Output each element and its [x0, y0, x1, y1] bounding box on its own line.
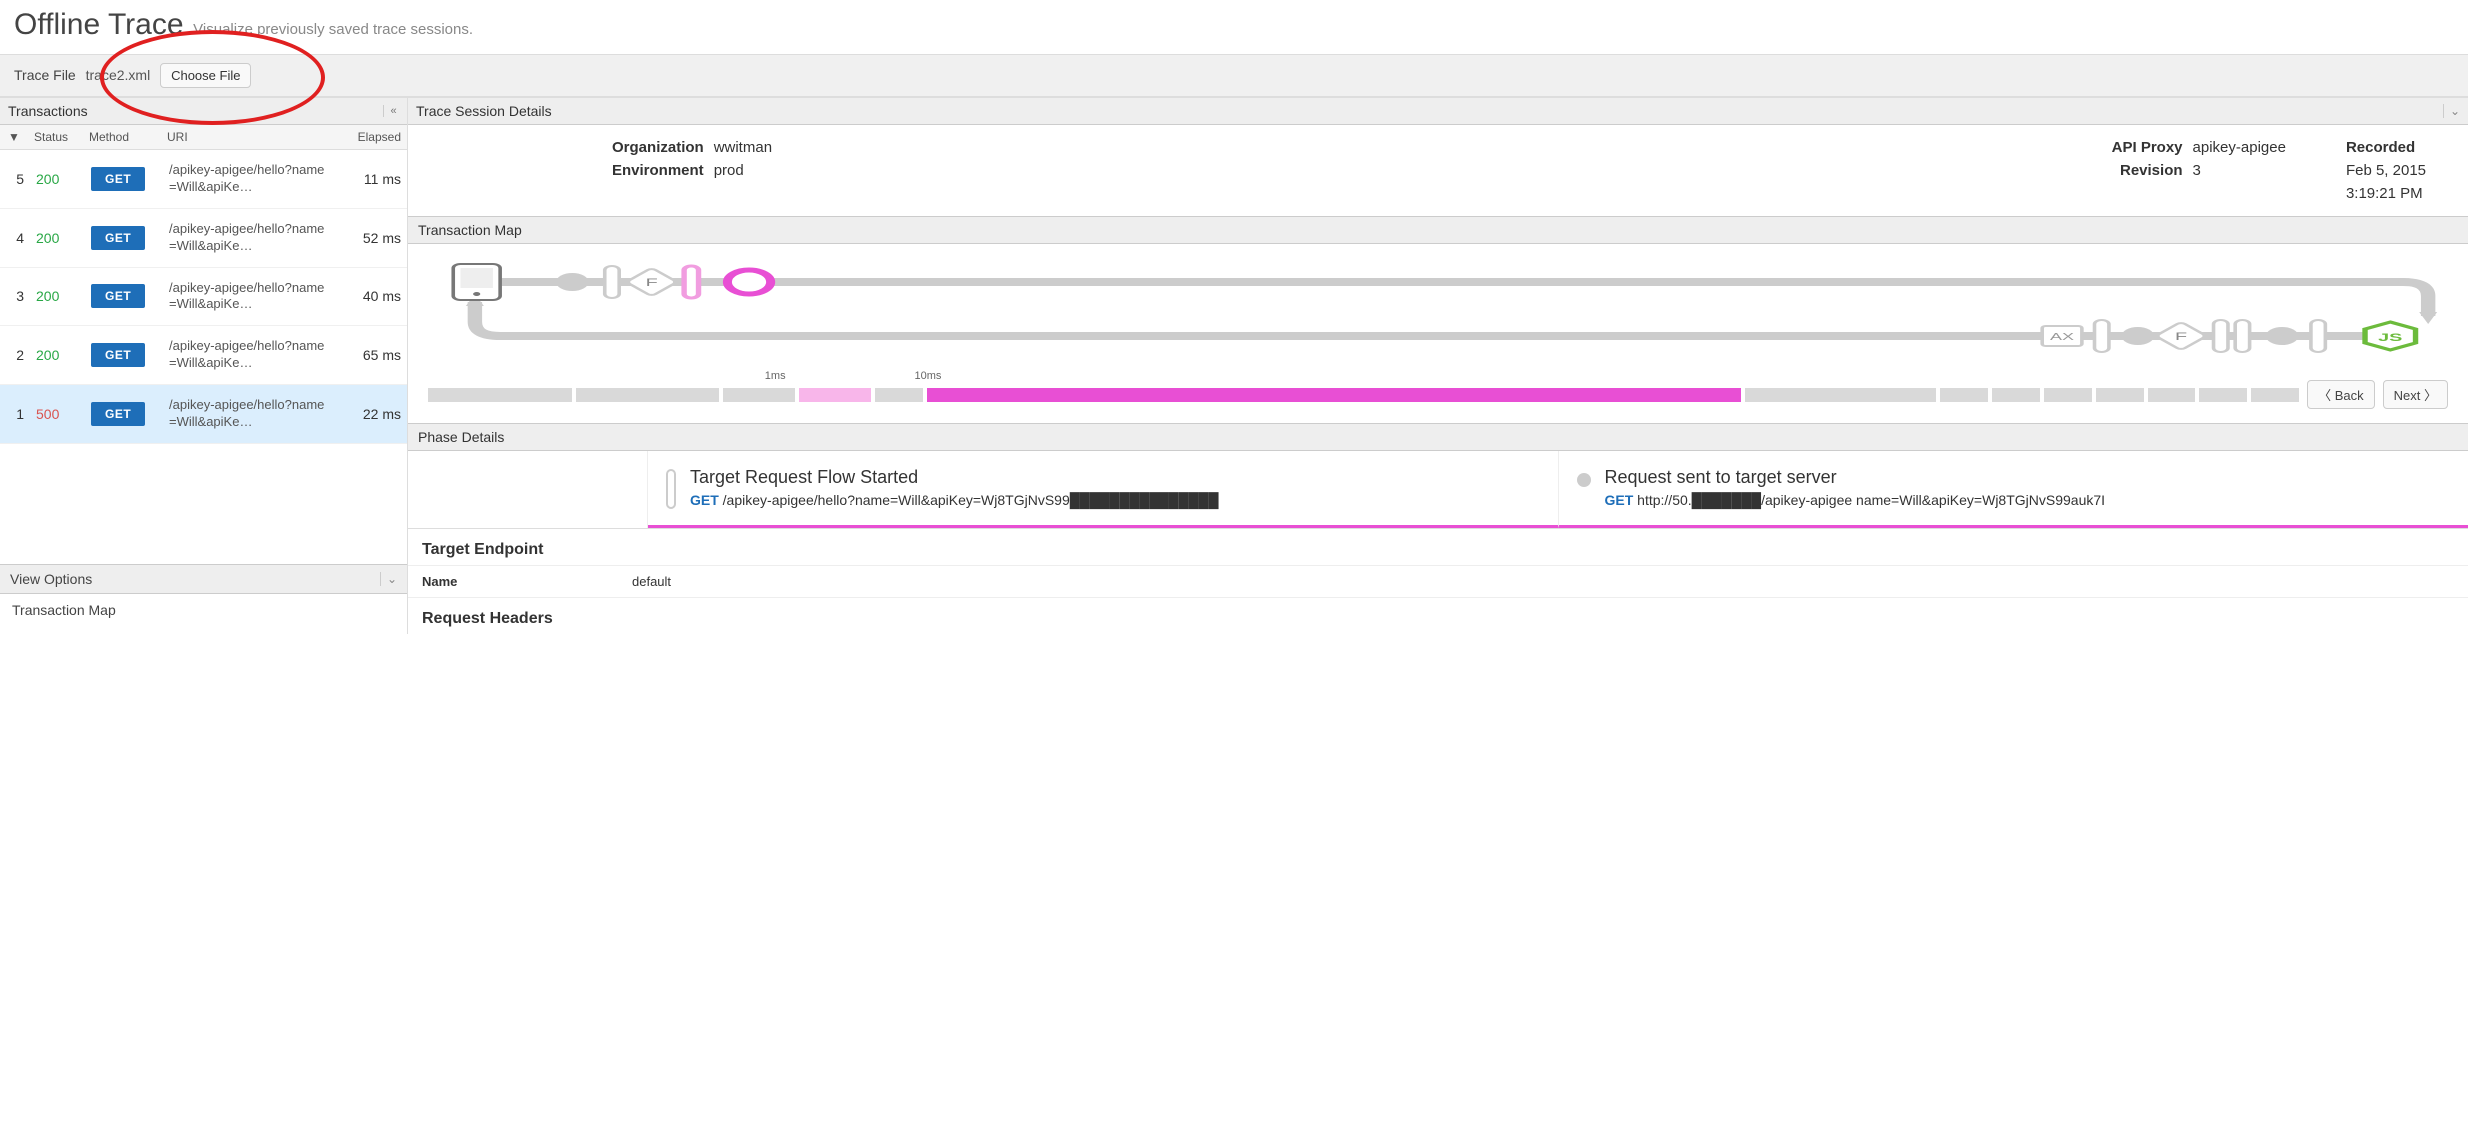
- transactions-header-row: ▼ Status Method URI Elapsed: [0, 125, 407, 150]
- phase-details-header: Phase Details: [408, 423, 2468, 451]
- chevron-down-icon: ⌄: [380, 572, 397, 586]
- view-option-transaction-map[interactable]: Transaction Map: [0, 594, 407, 626]
- row-index: 1: [0, 406, 30, 422]
- uri-cell: /apikey-apigee/hello?name=Will&apiKe…: [163, 221, 337, 255]
- target-endpoint-row: Name default: [408, 565, 2468, 598]
- transactions-title: Transactions: [8, 103, 88, 119]
- tick-10ms: 10ms: [914, 370, 941, 382]
- org-value: wwitman: [714, 139, 772, 156]
- svg-text:F: F: [646, 276, 658, 288]
- page-header: Offline Trace Visualize previously saved…: [0, 0, 2468, 46]
- elapsed-cell: 11 ms: [337, 171, 407, 187]
- col-uri[interactable]: URI: [161, 125, 337, 149]
- method-cell: GET: [85, 226, 163, 250]
- phase-right-path: http://50.███████/apikey-apigee name=Wil…: [1637, 492, 2105, 508]
- table-row[interactable]: 2200 GET/apikey-apigee/hello?name=Will&ap…: [0, 326, 407, 385]
- method-badge: GET: [91, 284, 145, 308]
- timeline-track[interactable]: [428, 388, 2299, 402]
- next-button[interactable]: Next 〉: [2383, 380, 2448, 409]
- collapse-left-icon[interactable]: «: [383, 105, 399, 117]
- col-status[interactable]: Status: [28, 125, 83, 149]
- elapsed-cell: 65 ms: [337, 347, 407, 363]
- row-index: 2: [0, 347, 30, 363]
- status-badge: 200: [30, 347, 85, 363]
- session-metadata: Organization Environment wwitman prod AP…: [408, 125, 2468, 216]
- transaction-map-header: Transaction Map: [408, 216, 2468, 244]
- uri-cell: /apikey-apigee/hello?name=Will&apiKe…: [163, 162, 337, 196]
- timeline: 1ms 10ms: [408, 374, 2468, 423]
- row-index: 3: [0, 288, 30, 304]
- svg-text:JS: JS: [2378, 331, 2403, 343]
- method-badge: GET: [91, 226, 145, 250]
- phase-mid-verb: GET: [690, 492, 719, 508]
- uri-cell: /apikey-apigee/hello?name=Will&apiKe…: [163, 338, 337, 372]
- view-options-header[interactable]: View Options ⌄: [0, 564, 407, 594]
- phase-target-request-flow[interactable]: Target Request Flow Started GET /apikey-…: [648, 451, 1559, 528]
- method-badge: GET: [91, 167, 145, 191]
- trace-file-label: Trace File: [14, 67, 76, 83]
- page-subtitle: Visualize previously saved trace session…: [193, 21, 473, 38]
- elapsed-cell: 40 ms: [337, 288, 407, 304]
- target-endpoint-name-key: Name: [408, 566, 618, 597]
- method-cell: GET: [85, 167, 163, 191]
- status-badge: 200: [30, 230, 85, 246]
- transactions-panel: Transactions « ▼ Status Method URI Elaps…: [0, 98, 408, 634]
- phase-request-sent[interactable]: Request sent to target server GET http:/…: [1559, 451, 2468, 528]
- uri-cell: /apikey-apigee/hello?name=Will&apiKe…: [163, 397, 337, 431]
- method-cell: GET: [85, 343, 163, 367]
- phase-mid-title: Target Request Flow Started: [690, 467, 1219, 488]
- row-index: 4: [0, 230, 30, 246]
- proxy-label: API Proxy: [2112, 139, 2183, 156]
- details-title: Trace Session Details: [416, 103, 552, 119]
- tick-1ms: 1ms: [765, 370, 786, 382]
- status-badge: 500: [30, 406, 85, 422]
- table-row[interactable]: 4200 GET/apikey-apigee/hello?name=Will&ap…: [0, 209, 407, 268]
- org-label: Organization: [612, 139, 704, 156]
- col-elapsed[interactable]: Elapsed: [337, 125, 407, 149]
- phase-mid-path: /apikey-apigee/hello?name=Will&apiKey=Wj…: [723, 492, 1219, 508]
- proxy-value: apikey-apigee: [2193, 139, 2286, 156]
- table-row[interactable]: 5200 GET/apikey-apigee/hello?name=Will&ap…: [0, 150, 407, 209]
- request-sent-icon: [1577, 473, 1591, 487]
- env-label: Environment: [612, 162, 704, 179]
- recorded-label: Recorded: [2346, 139, 2426, 156]
- method-cell: GET: [85, 402, 163, 426]
- col-method[interactable]: Method: [83, 125, 161, 149]
- svg-text:F: F: [2175, 330, 2187, 342]
- phase-right-title: Request sent to target server: [1605, 467, 2106, 488]
- method-badge: GET: [91, 402, 145, 426]
- status-badge: 200: [30, 288, 85, 304]
- sort-toggle-icon[interactable]: ▼: [0, 125, 28, 149]
- trace-file-bar: Trace File trace2.xml Choose File: [0, 54, 2468, 97]
- phase-right-verb: GET: [1605, 492, 1634, 508]
- method-badge: GET: [91, 343, 145, 367]
- phase-details-row: Target Request Flow Started GET /apikey-…: [408, 451, 2468, 529]
- chevron-down-icon[interactable]: ⌄: [2443, 104, 2460, 118]
- elapsed-cell: 22 ms: [337, 406, 407, 422]
- trace-file-name: trace2.xml: [86, 67, 151, 83]
- recorded-time: 3:19:21 PM: [2346, 185, 2426, 202]
- svg-text:AX: AX: [2050, 332, 2074, 343]
- elapsed-cell: 52 ms: [337, 230, 407, 246]
- rev-value: 3: [2193, 162, 2286, 179]
- table-row[interactable]: 1500 GET/apikey-apigee/hello?name=Will&ap…: [0, 385, 407, 444]
- choose-file-button[interactable]: Choose File: [160, 63, 251, 88]
- rev-label: Revision: [2112, 162, 2183, 179]
- target-endpoint-section: Target Endpoint: [408, 529, 2468, 565]
- target-endpoint-name-val: default: [618, 566, 685, 597]
- status-badge: 200: [30, 171, 85, 187]
- uri-cell: /apikey-apigee/hello?name=Will&apiKe…: [163, 280, 337, 314]
- method-cell: GET: [85, 284, 163, 308]
- row-index: 5: [0, 171, 30, 187]
- table-row[interactable]: 3200 GET/apikey-apigee/hello?name=Will&ap…: [0, 268, 407, 327]
- flow-start-icon: [666, 469, 676, 509]
- recorded-date: Feb 5, 2015: [2346, 162, 2426, 179]
- request-headers-section: Request Headers: [408, 598, 2468, 634]
- back-button[interactable]: 〈 Back: [2307, 380, 2375, 409]
- page-title: Offline Trace: [14, 8, 184, 41]
- env-value: prod: [714, 162, 772, 179]
- transaction-map[interactable]: F AX F JS: [408, 244, 2468, 374]
